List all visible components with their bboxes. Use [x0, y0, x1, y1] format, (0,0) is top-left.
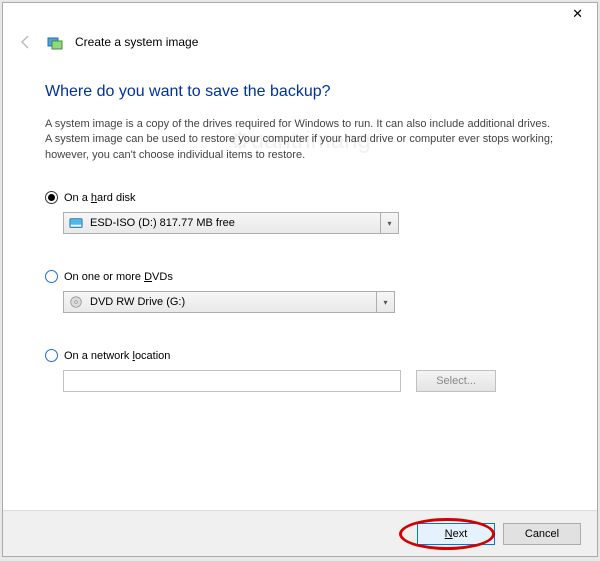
radio-network[interactable] — [45, 349, 58, 362]
dvds-dropdown[interactable]: DVD RW Drive (G:) ▾ — [63, 291, 395, 313]
option-hard-disk-row[interactable]: On a hard disk — [45, 191, 555, 204]
network-path-input[interactable] — [63, 370, 401, 392]
window-title: Create a system image — [75, 35, 198, 49]
chevron-down-icon[interactable]: ▾ — [376, 292, 394, 312]
cancel-button[interactable]: Cancel — [503, 523, 581, 545]
option-hard-disk: On a hard disk ESD-ISO (D:) 817.77 MB fr… — [45, 191, 555, 234]
system-image-icon — [47, 34, 63, 50]
dvds-value: DVD RW Drive (G:) — [88, 296, 376, 308]
disc-icon — [68, 294, 84, 310]
hard-disk-value: ESD-ISO (D:) 817.77 MB free — [88, 217, 380, 229]
drive-icon — [68, 215, 84, 231]
option-network-label: On a network location — [64, 350, 170, 362]
next-button[interactable]: Next — [417, 523, 495, 545]
footer: Next Cancel — [3, 510, 597, 556]
content-area: Where do you want to save the backup? A … — [3, 57, 597, 392]
wizard-window: ✕ Create a system image Where do you wan… — [2, 2, 598, 557]
page-heading: Where do you want to save the backup? — [45, 83, 555, 101]
option-network: On a network location Select... — [45, 349, 555, 392]
option-hard-disk-label: On a hard disk — [64, 192, 136, 204]
hard-disk-dropdown[interactable]: ESD-ISO (D:) 817.77 MB free ▾ — [63, 212, 399, 234]
option-dvds-label: On one or more DVDs — [64, 271, 173, 283]
titlebar: ✕ — [3, 3, 597, 27]
chevron-down-icon[interactable]: ▾ — [380, 213, 398, 233]
radio-hard-disk[interactable] — [45, 191, 58, 204]
select-button: Select... — [416, 370, 496, 392]
page-description: A system image is a copy of the drives r… — [45, 117, 555, 163]
option-network-row[interactable]: On a network location — [45, 349, 555, 362]
header-row: Create a system image — [3, 27, 597, 57]
radio-dvds[interactable] — [45, 270, 58, 283]
back-arrow-icon[interactable] — [17, 33, 35, 51]
option-dvds: On one or more DVDs DVD RW Drive (G:) ▾ — [45, 270, 555, 313]
close-icon[interactable]: ✕ — [572, 6, 583, 22]
option-dvds-row[interactable]: On one or more DVDs — [45, 270, 555, 283]
